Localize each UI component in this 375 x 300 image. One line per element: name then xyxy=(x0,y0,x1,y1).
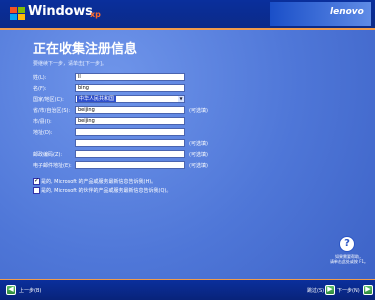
bottom-bar: ◀ 上一步(B) 跳过(S) ▶ 下一步(N) ▶ xyxy=(0,279,375,300)
checkbox-partner-info-box[interactable] xyxy=(33,187,40,194)
back-label: 上一步(B) xyxy=(19,288,42,294)
address-input[interactable] xyxy=(75,128,185,136)
address-label: 地址(D): xyxy=(33,130,53,136)
email-field[interactable] xyxy=(75,161,185,169)
address-line2-input[interactable] xyxy=(75,139,185,147)
country-select[interactable]: 中华人民共和国 ▼ xyxy=(75,95,185,103)
province-optional-note: (可选填) xyxy=(189,108,208,114)
help-text: 如果需要帮助， 请单击此处或按 F1。 xyxy=(327,254,371,264)
brand-logo: lenovo xyxy=(330,7,364,17)
checkbox-partner-info-label: 是的, Microsoft 的伙伴的产品或服务最新信息告诉我(Q)。 xyxy=(41,188,172,194)
email-label: 电子邮件地址(E): xyxy=(33,163,72,169)
arrow-left-icon[interactable]: ◀ xyxy=(6,285,16,295)
brand-banner: lenovo xyxy=(270,2,371,26)
question-icon[interactable]: ? xyxy=(339,236,355,252)
skip-label: 跳过(S) xyxy=(307,288,325,294)
postal-code-optional-note: (可选填) xyxy=(189,152,208,158)
arrow-right-icon[interactable]: ▶ xyxy=(363,285,373,295)
windows-flag-icon xyxy=(10,7,26,21)
windows-logo: Windows xp xyxy=(10,4,101,24)
instructions-text: 要继续下一步，请单击[下一步]。 xyxy=(33,61,107,67)
top-bar: Windows xp lenovo xyxy=(0,0,375,28)
product-name: Windows xyxy=(28,4,93,19)
page-title: 正在收集注册信息 xyxy=(33,42,138,57)
checkbox-microsoft-info-label: 是的, Microsoft 的产品或服务最新信息告诉我(H)。 xyxy=(41,179,157,185)
country-selected-value: 中华人民共和国 xyxy=(77,96,117,102)
last-name-label: 姓(L): xyxy=(33,75,47,81)
help-text-line2: 请单击此处或按 F1。 xyxy=(329,259,369,264)
checkbox-microsoft-info-box[interactable] xyxy=(33,177,40,185)
country-label: 国家/地区(C): xyxy=(33,97,64,103)
city-input[interactable]: beijing xyxy=(75,117,185,125)
skip-arrow-icon[interactable]: ▶ xyxy=(325,285,335,295)
city-label: 市/县(I): xyxy=(33,119,52,125)
edition-label: xp xyxy=(90,10,101,19)
email-optional-note: (可选填) xyxy=(189,163,208,169)
postal-code-label: 邮政编码(Z): xyxy=(33,152,63,158)
address-line2-optional-note: (可选填) xyxy=(189,141,208,147)
postal-code-input[interactable] xyxy=(75,150,185,158)
first-name-label: 名(F): xyxy=(33,86,47,92)
first-name-input[interactable]: bing xyxy=(75,84,185,92)
province-input[interactable]: beijing xyxy=(75,106,185,114)
last-name-input[interactable]: ll xyxy=(75,73,185,81)
province-label: 省/市/自治区(S): xyxy=(33,108,71,114)
main-panel: 正在收集注册信息 要继续下一步，请单击[下一步]。 姓(L): ll 名(F):… xyxy=(0,30,375,279)
next-label: 下一步(N) xyxy=(337,288,360,294)
chevron-down-icon[interactable]: ▼ xyxy=(178,96,184,102)
